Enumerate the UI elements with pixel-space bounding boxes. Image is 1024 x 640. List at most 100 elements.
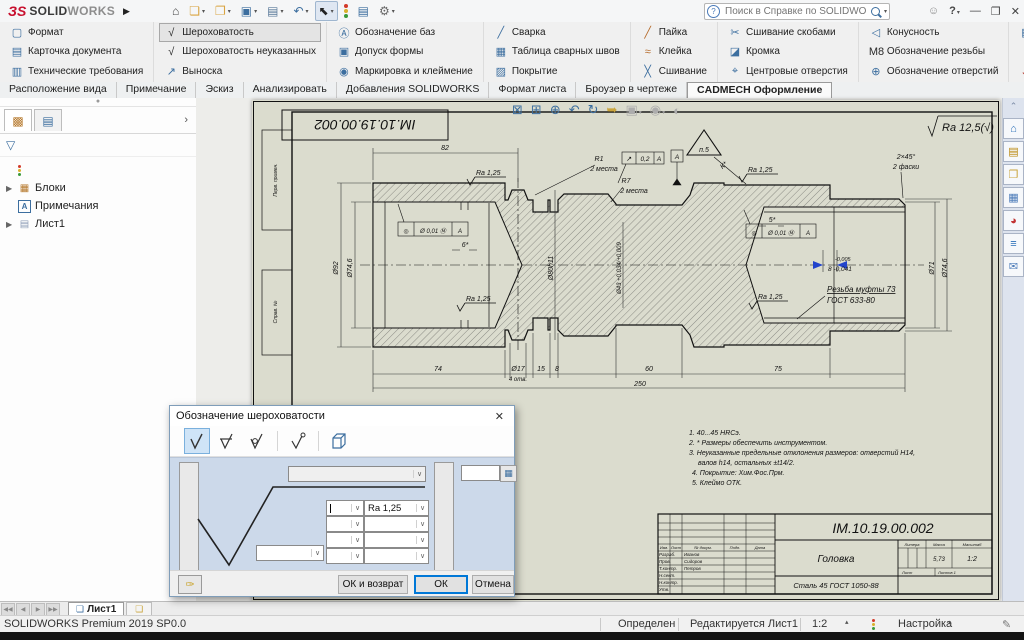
value-combo-4[interactable]: ∨ <box>364 548 429 564</box>
redraw-icon[interactable]: ↻ <box>588 102 599 118</box>
last-sheet-icon[interactable]: ▶▶ <box>46 603 60 616</box>
tab-annotation[interactable]: Примечание <box>117 82 197 98</box>
traffic-light-icon[interactable] <box>872 619 875 630</box>
tree-filter[interactable]: ▽ <box>0 134 196 157</box>
first-sheet-icon[interactable]: ◀◀ <box>1 603 15 616</box>
symbol-type-combo[interactable]: ∨ <box>288 466 426 482</box>
ribbon-marking-stamping[interactable]: ◉Маркировка и клеймение <box>332 62 478 81</box>
help-button[interactable]: ?▾ <box>949 5 960 17</box>
tab-cadmech[interactable]: CADMECH Оформление <box>687 82 832 98</box>
settings-dropdown-icon[interactable]: ▴ <box>948 618 952 626</box>
minimize-button[interactable]: — <box>970 5 981 17</box>
param-combo-2[interactable]: ∨ <box>326 516 364 532</box>
ribbon-auto-import[interactable]: ⇊Автоматический импорт <box>1014 62 1024 81</box>
tab-drawing-browser[interactable]: Броузер в чертеже <box>576 82 687 98</box>
print-icon[interactable]: ▤▾ <box>263 1 287 21</box>
search-dropdown-icon[interactable]: ▾ <box>884 8 887 15</box>
ribbon-soldering[interactable]: ╱Пайка <box>636 23 712 42</box>
restore-button[interactable]: ❐ <box>991 5 1001 18</box>
picture-button[interactable]: ▦ <box>500 465 517 482</box>
home-icon[interactable]: ⌂ <box>1003 118 1024 139</box>
close-icon[interactable]: ✕ <box>491 410 508 423</box>
dialog-titlebar[interactable]: Обозначение шероховатости ✕ <box>170 406 514 426</box>
panel-grip[interactable]: ● <box>0 98 196 107</box>
select-icon[interactable]: ⬉▾ <box>315 1 338 21</box>
roughness-value-combo[interactable]: Ra 1,25∨ <box>364 500 429 516</box>
roughness-with-leader-icon[interactable] <box>285 428 311 454</box>
ribbon-center-holes[interactable]: ⌖Центровые отверстия <box>723 62 853 81</box>
save-icon[interactable]: ▣▾ <box>237 1 261 21</box>
sheet-tab[interactable]: ❏ Лист1 <box>68 602 124 616</box>
undo-icon[interactable]: ↶▾ <box>289 1 312 21</box>
roughness-machining-required-icon[interactable] <box>214 428 240 454</box>
appearances-icon[interactable]: ◕ <box>1003 210 1024 231</box>
cancel-button[interactable]: Отмена <box>472 575 514 594</box>
ok-return-button[interactable]: ОК и возврат <box>338 575 408 594</box>
home-icon[interactable]: ⌂ <box>168 1 183 21</box>
ribbon-taper[interactable]: ◁Конусность <box>864 23 1004 42</box>
next-sheet-icon[interactable]: ▶ <box>31 603 45 616</box>
ribbon-format[interactable]: ▢Формат <box>5 23 148 42</box>
custom-properties-icon[interactable]: ≡ <box>1003 233 1024 254</box>
ribbon-thread-designation[interactable]: M8Обозначение резьбы <box>864 42 1004 61</box>
ribbon-hole-designation[interactable]: ⊕Обозначение отверстий <box>864 62 1004 81</box>
search-input[interactable] <box>723 5 869 18</box>
add-sheet-tab[interactable]: ❏ <box>126 602 152 616</box>
section-view-icon[interactable]: ➥ <box>607 102 618 118</box>
tab-view-layout[interactable]: Расположение вида <box>0 82 117 98</box>
method-combo[interactable]: ∨ <box>256 545 324 561</box>
tab-sheet-format[interactable]: Формат листа <box>489 82 576 98</box>
close-button[interactable]: ✕ <box>1011 5 1020 18</box>
ribbon-table[interactable]: ▦Таблица <box>1014 23 1024 42</box>
panel-expand-icon[interactable]: › <box>184 114 188 126</box>
ribbon-staple-stitching[interactable]: ✂Сшивание скобами <box>723 23 853 42</box>
user-icon[interactable]: ☺ <box>928 5 939 17</box>
ribbon-weld-table[interactable]: ▦Таблица сварных швов <box>489 42 625 61</box>
roughness-basic-icon[interactable] <box>184 428 210 454</box>
prev-sheet-icon[interactable]: ◀ <box>16 603 30 616</box>
zoom-area-icon[interactable]: ⊞ <box>531 102 542 118</box>
status-settings[interactable]: Настройка <box>898 618 952 630</box>
help-search[interactable]: ? ▾ <box>704 3 890 20</box>
edit-sheet-icon[interactable]: ✎ <box>1002 618 1011 631</box>
forum-icon[interactable]: ✉ <box>1003 256 1024 277</box>
evaluate-icon[interactable]: ▤ <box>354 1 373 21</box>
search-icon[interactable] <box>871 7 880 16</box>
ok-button[interactable]: ОК <box>414 575 468 594</box>
traffic-light-icon[interactable] <box>340 1 352 21</box>
new-document-icon[interactable]: ❏▾ <box>185 1 209 21</box>
ribbon-form-tolerance[interactable]: ▣Допуск формы <box>332 42 478 61</box>
tree-item-annotations[interactable]: AПримечания <box>0 197 196 215</box>
ribbon-welding[interactable]: ╱Сварка <box>489 23 625 42</box>
feature-tree-tab[interactable]: ▩ <box>4 109 32 131</box>
design-library-icon[interactable]: ▤ <box>1003 141 1024 162</box>
brush-icon[interactable]: ✑ <box>178 575 202 594</box>
ribbon-document-card[interactable]: ▤Карточка документа <box>5 42 148 61</box>
task-pane-collapse-icon[interactable]: ⌃ <box>1003 98 1024 114</box>
value-combo-2[interactable]: ∨ <box>364 516 429 532</box>
param-combo-4[interactable]: ∨ <box>326 548 364 564</box>
ribbon-roughness[interactable]: √Шероховатость <box>159 23 321 42</box>
open-icon[interactable]: ❐▾ <box>211 1 235 21</box>
ribbon-stitching[interactable]: ╳Сшивание <box>636 62 712 81</box>
ribbon-technical-requirements[interactable]: ▥Технические требования <box>5 62 148 81</box>
view-palette-icon[interactable]: ▦ <box>1003 187 1024 208</box>
tab-sketch[interactable]: Эскиз <box>196 82 243 98</box>
ribbon-gluing[interactable]: ≈Клейка <box>636 42 712 61</box>
zoom-icon[interactable]: ⊕ <box>550 102 561 118</box>
param-combo-3[interactable]: ∨ <box>326 532 364 548</box>
property-manager-tab[interactable]: ▤ <box>34 109 62 131</box>
ribbon-datum-designation[interactable]: ⒶОбозначение баз <box>332 23 478 42</box>
ribbon-roughness-unspecified[interactable]: √Шероховатость неуказанных <box>159 42 321 61</box>
ribbon-edge[interactable]: ◪Кромка <box>723 42 853 61</box>
options-icon[interactable]: ⚙▾ <box>375 1 399 21</box>
scale-dropdown-icon[interactable]: ▴ <box>845 618 849 626</box>
previous-view-icon[interactable]: ↶ <box>569 102 580 118</box>
menu-flyout-icon[interactable]: ▶ <box>123 6 130 17</box>
value-combo-3[interactable]: ∨ <box>364 532 429 548</box>
file-explorer-icon[interactable]: ❐ <box>1003 164 1024 185</box>
tab-evaluate[interactable]: Анализировать <box>244 82 337 98</box>
roughness-machining-prohibited-icon[interactable] <box>244 428 270 454</box>
zoom-fit-icon[interactable]: ⊠ <box>512 102 523 118</box>
roughness-param-combo[interactable]: ∨ <box>326 500 364 516</box>
